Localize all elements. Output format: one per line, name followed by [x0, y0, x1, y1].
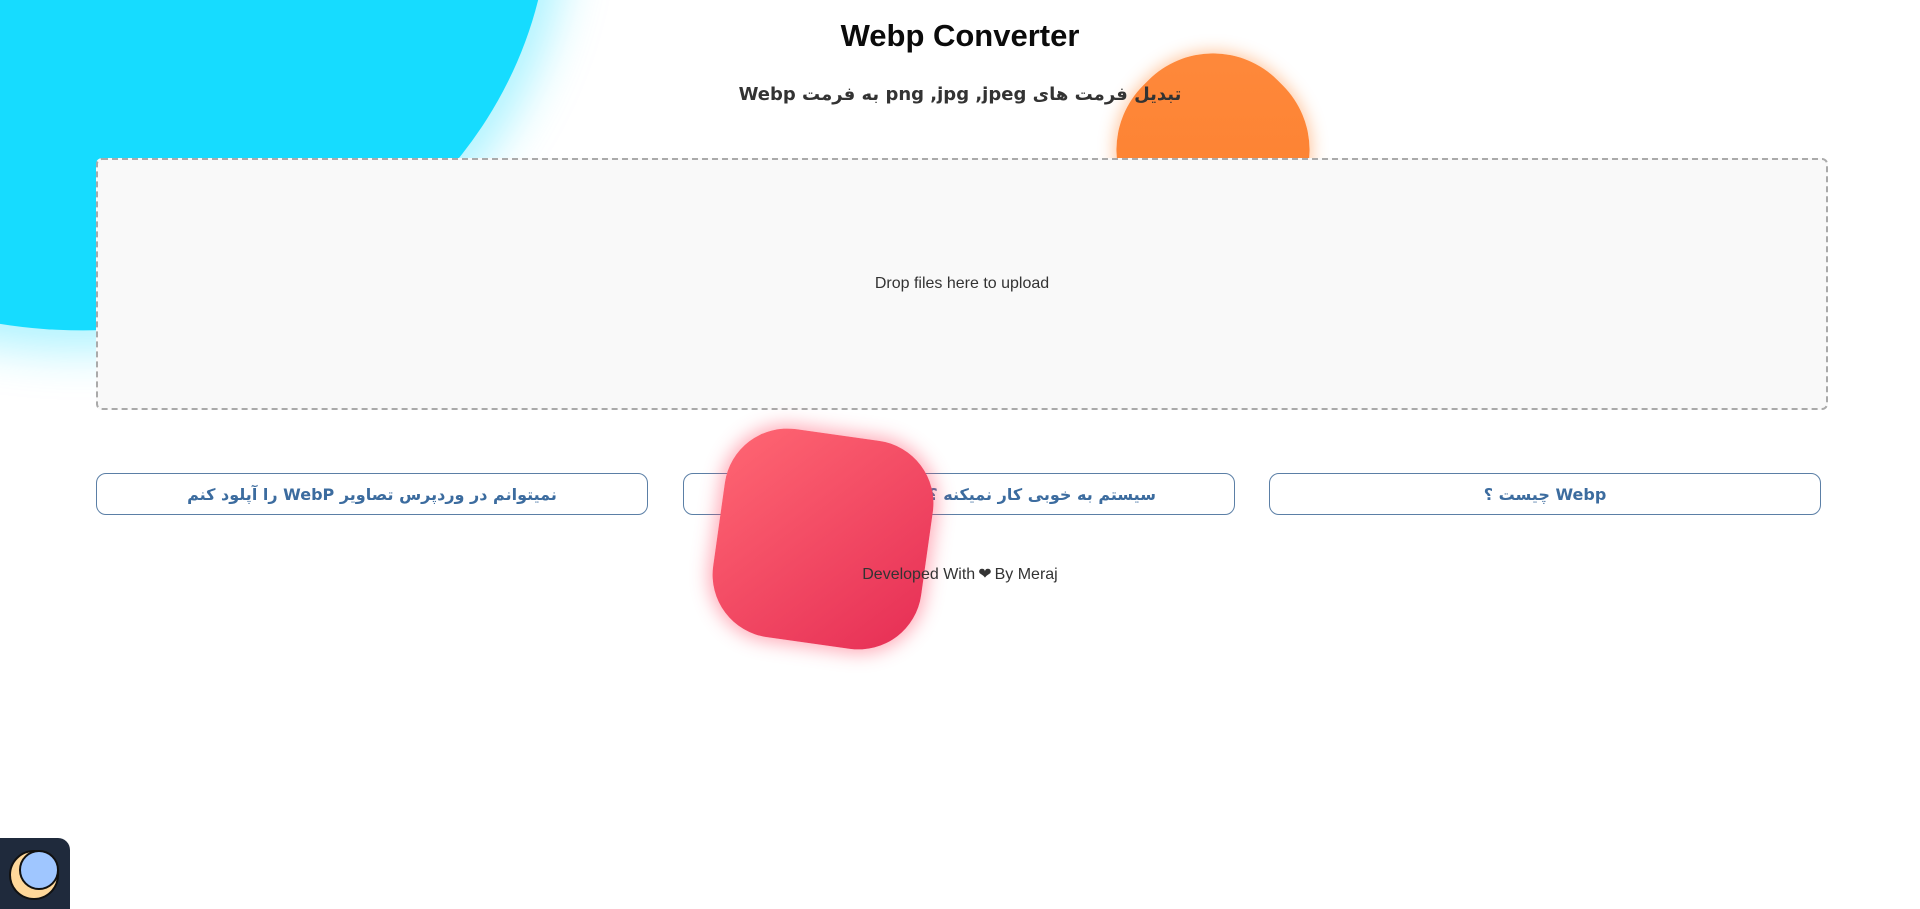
footer-suffix: By Meraj — [994, 566, 1058, 583]
upload-dropzone[interactable]: Drop files here to upload — [96, 158, 1828, 410]
heart-icon: ❤ — [978, 566, 992, 583]
footer-prefix: Developed With — [862, 566, 976, 583]
faq-button-label: نمیتوانم در وردپرس تصاویر WebP را آپلود … — [187, 484, 557, 504]
faq-button-what-is-webp[interactable]: Webp چیست ؟ — [1269, 473, 1821, 515]
faq-button-wordpress-upload[interactable]: نمیتوانم در وردپرس تصاویر WebP را آپلود … — [96, 473, 648, 515]
footer-credit: Developed With ❤ By Meraj — [0, 564, 1920, 584]
page-subtitle: تبدیل فرمت های png ,jpg ,jpeg به فرمت We… — [738, 84, 1182, 105]
theme-toggle-button[interactable] — [0, 838, 70, 909]
decorative-red-blob — [704, 420, 942, 658]
moon-icon — [9, 849, 59, 900]
faq-button-label: Webp چیست ؟ — [1483, 484, 1607, 504]
dropzone-message: Drop files here to upload — [874, 275, 1050, 292]
page-title: Webp Converter — [840, 18, 1080, 53]
